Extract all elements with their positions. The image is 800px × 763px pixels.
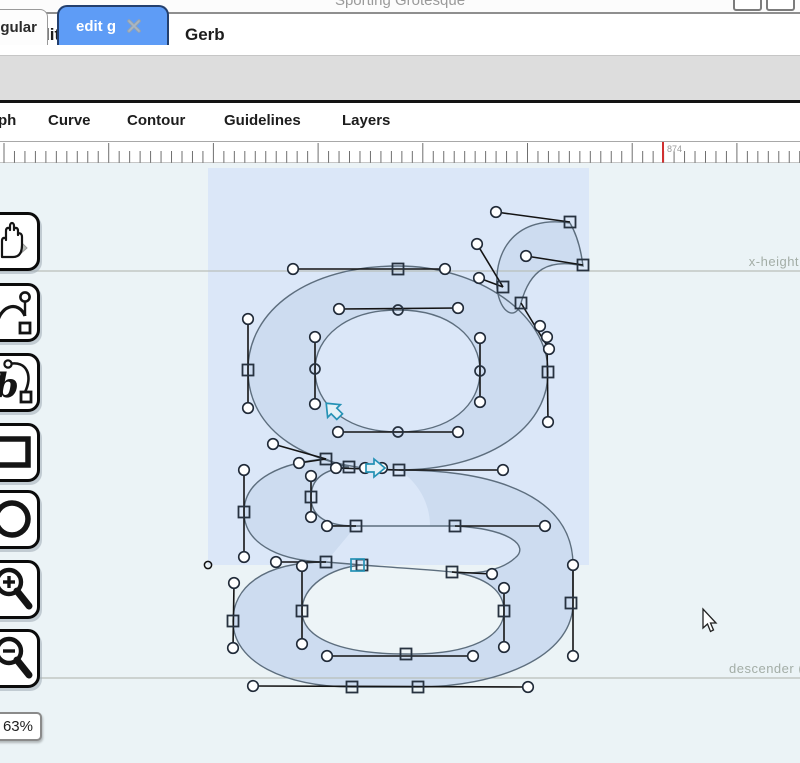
tab-close-icon[interactable] bbox=[126, 18, 142, 34]
off-curve-handle-point[interactable] bbox=[453, 303, 464, 314]
off-curve-handle-point[interactable] bbox=[297, 639, 308, 650]
off-curve-handle-point[interactable] bbox=[468, 651, 479, 662]
off-curve-handle-point[interactable] bbox=[440, 264, 451, 275]
menu-item-glyph[interactable]: ph bbox=[0, 112, 16, 129]
xheight-guideline-label: x-height ( bbox=[749, 254, 800, 269]
off-curve-handle-point[interactable] bbox=[297, 561, 308, 572]
off-curve-handle-point[interactable] bbox=[475, 397, 486, 408]
tab-edit-g-label: edit g bbox=[76, 18, 116, 35]
tool-zoom-in[interactable] bbox=[0, 560, 40, 619]
off-curve-handle-point[interactable] bbox=[491, 207, 502, 218]
off-curve-handle-point[interactable] bbox=[243, 314, 254, 325]
descender-guideline-label: descender (- bbox=[729, 661, 800, 676]
off-curve-handle-point[interactable] bbox=[334, 304, 345, 315]
menu-item-contour[interactable]: Contour bbox=[127, 112, 185, 129]
off-curve-handle-point[interactable] bbox=[310, 399, 321, 410]
off-curve-handle-point[interactable] bbox=[474, 273, 485, 284]
off-curve-handle-point[interactable] bbox=[499, 642, 510, 653]
off-curve-handle-point[interactable] bbox=[288, 264, 299, 275]
menu-item-layers[interactable]: Layers bbox=[342, 112, 390, 129]
tool-curve-pen[interactable] bbox=[0, 283, 40, 342]
off-curve-handle-point[interactable] bbox=[544, 344, 555, 355]
off-curve-handle-point[interactable] bbox=[499, 583, 510, 594]
maximize-button[interactable] bbox=[766, 0, 795, 11]
off-curve-handle-point[interactable] bbox=[271, 557, 282, 568]
tab-edit-g[interactable]: edit g bbox=[57, 5, 169, 45]
zoom-level-badge[interactable]: 63% bbox=[0, 712, 42, 741]
menu-item-curve[interactable]: Curve bbox=[48, 112, 91, 129]
off-curve-handle-point[interactable] bbox=[228, 643, 239, 654]
ruler-marker-label: 874 bbox=[667, 144, 682, 154]
off-curve-handle-point[interactable] bbox=[322, 651, 333, 662]
glyph-editor-window: Sporting Grotesque e Edit Window Gerb gu… bbox=[0, 0, 800, 763]
off-curve-handle-point[interactable] bbox=[310, 332, 321, 343]
menu-item-guidelines[interactable]: Guidelines bbox=[224, 112, 301, 129]
off-curve-handle-point[interactable] bbox=[333, 427, 344, 438]
off-curve-handle-point[interactable] bbox=[453, 427, 464, 438]
rectangle-icon bbox=[0, 426, 37, 479]
tool-rectangle[interactable] bbox=[0, 423, 40, 482]
glyph-canvas[interactable]: x-height ( descender (- bbox=[0, 163, 800, 763]
off-curve-handle-point[interactable] bbox=[498, 465, 509, 476]
glyph-menubar: ph Curve Contour Guidelines Layers bbox=[0, 103, 800, 141]
zoom-out-icon bbox=[0, 632, 37, 685]
off-curve-handle-point[interactable] bbox=[331, 463, 342, 474]
ruler[interactable]: 874 bbox=[0, 141, 800, 164]
off-curve-handle-point[interactable] bbox=[542, 332, 553, 343]
tool-bezier-b[interactable]: b bbox=[0, 353, 40, 412]
off-curve-handle-point[interactable] bbox=[475, 333, 486, 344]
off-curve-handle-point[interactable] bbox=[229, 578, 240, 589]
zoom-level-value: 63% bbox=[3, 718, 33, 735]
off-curve-handle-point[interactable] bbox=[239, 552, 250, 563]
tool-pan-hand[interactable] bbox=[0, 212, 40, 271]
off-curve-handle-point[interactable] bbox=[540, 521, 551, 532]
off-curve-handle-point[interactable] bbox=[535, 321, 546, 332]
off-curve-handle-point[interactable] bbox=[523, 682, 534, 693]
off-curve-handle-point[interactable] bbox=[521, 251, 532, 262]
off-curve-handle-point[interactable] bbox=[543, 417, 554, 428]
off-curve-handle-point[interactable] bbox=[306, 471, 317, 482]
tab-regular[interactable]: gular bbox=[0, 9, 48, 45]
off-curve-handle-point[interactable] bbox=[322, 521, 333, 532]
off-curve-handle-point[interactable] bbox=[568, 651, 579, 662]
off-curve-handle-point[interactable] bbox=[306, 512, 317, 523]
off-curve-handle-point[interactable] bbox=[248, 681, 259, 692]
menu-item-gerb[interactable]: Gerb bbox=[185, 25, 225, 45]
ellipse-icon bbox=[0, 493, 37, 546]
off-curve-handle-point[interactable] bbox=[487, 569, 498, 580]
tab-regular-label: gular bbox=[0, 19, 37, 36]
curve-pen-icon bbox=[0, 286, 37, 339]
off-curve-handle-point[interactable] bbox=[239, 465, 250, 476]
off-curve-handle-point[interactable] bbox=[568, 560, 579, 571]
off-curve-handle-point[interactable] bbox=[268, 439, 279, 450]
tool-zoom-out[interactable] bbox=[0, 629, 40, 688]
off-curve-handle-point[interactable] bbox=[294, 458, 305, 469]
off-curve-handle-point[interactable] bbox=[472, 239, 483, 250]
minimize-button[interactable] bbox=[733, 0, 762, 11]
bezier-b-icon: b bbox=[0, 356, 37, 409]
svg-text:b: b bbox=[0, 366, 19, 406]
tabbar bbox=[0, 55, 800, 101]
tool-ellipse[interactable] bbox=[0, 490, 40, 549]
zoom-in-icon bbox=[0, 563, 37, 616]
pan-hand-icon bbox=[0, 215, 37, 268]
off-curve-handle-point[interactable] bbox=[243, 403, 254, 414]
